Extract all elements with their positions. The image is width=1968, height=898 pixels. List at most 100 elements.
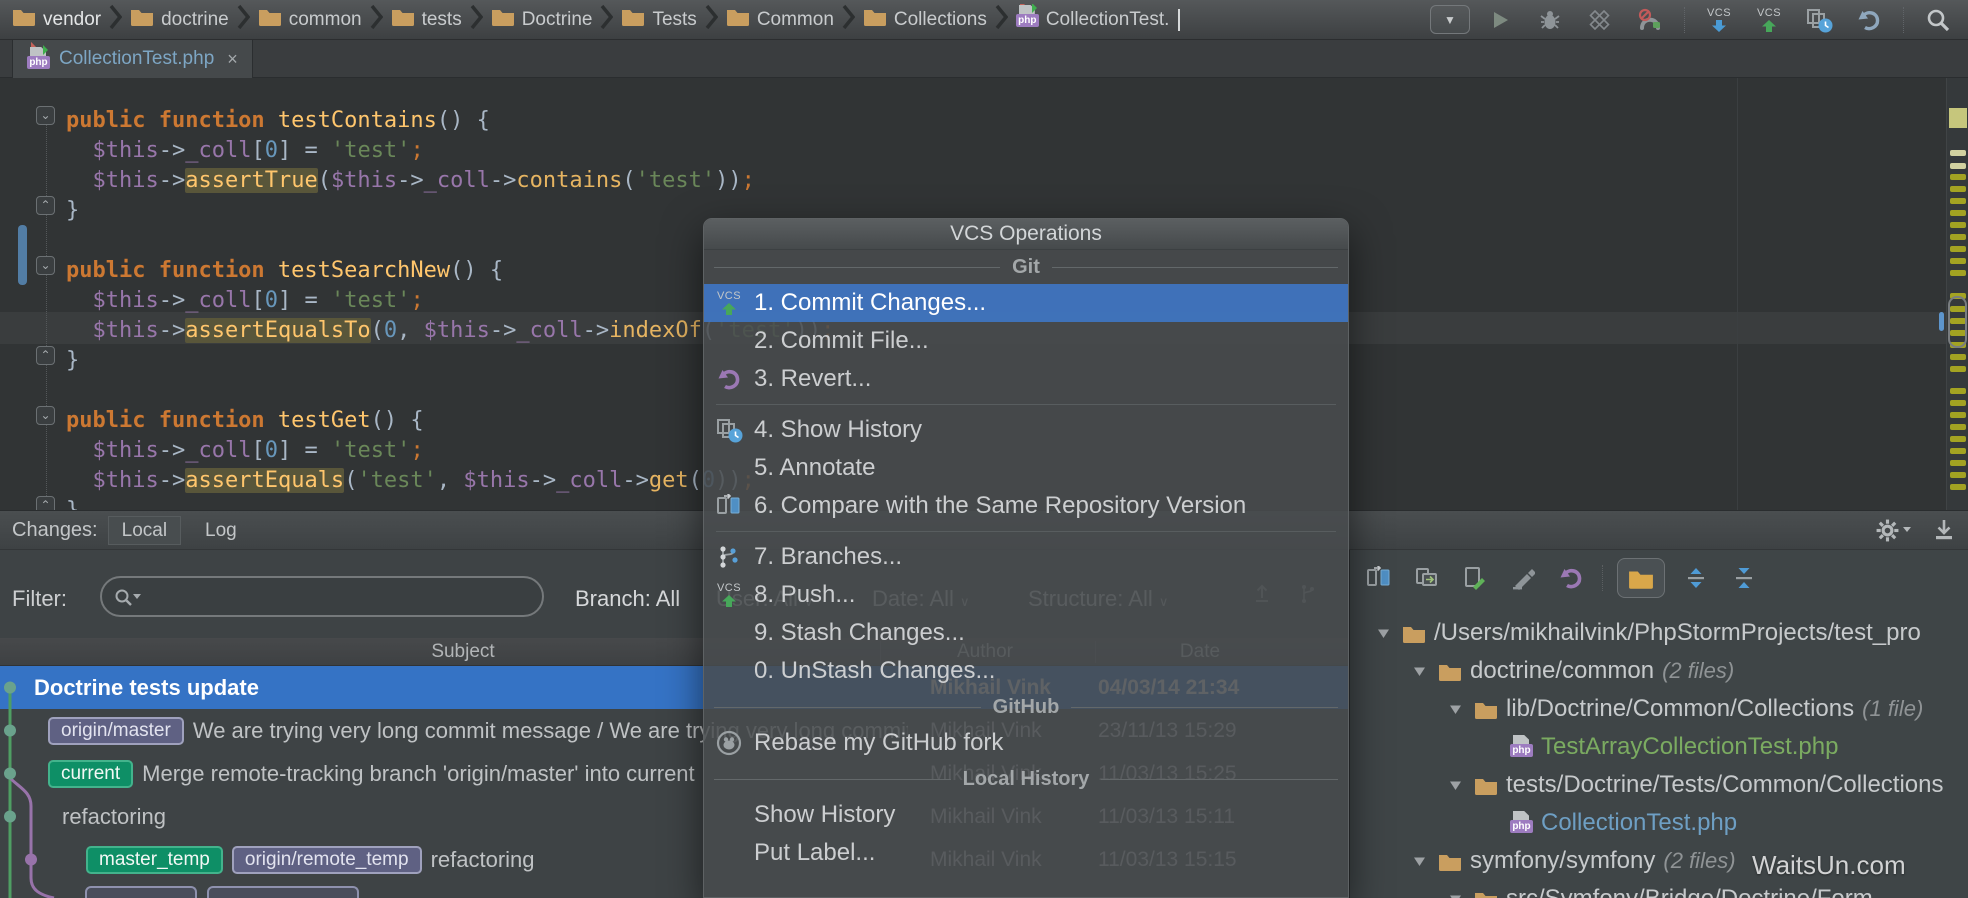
stripe-mark[interactable] — [1950, 484, 1966, 490]
branch-tag[interactable]: origin/remote_temp — [232, 846, 422, 874]
menu-item[interactable]: 6. Compare with the Same Repository Vers… — [704, 487, 1348, 525]
stripe-mark[interactable] — [1950, 174, 1966, 180]
menu-item[interactable]: 5. Annotate — [704, 449, 1348, 487]
tree-row[interactable]: tests/Doctrine/Tests/Common/Collections — [1444, 766, 1943, 804]
breadcrumb-item-doctrine[interactable]: doctrine — [128, 7, 231, 32]
menu-item[interactable]: 7. Branches... — [704, 538, 1348, 576]
branch-tag[interactable]: current — [48, 760, 133, 788]
filter-search-input[interactable] — [100, 576, 544, 617]
search-icon[interactable] — [1918, 3, 1958, 37]
breadcrumb-item-common[interactable]: Common — [724, 7, 836, 32]
groupdir-icon[interactable] — [1617, 558, 1665, 598]
stripe-mark[interactable] — [1950, 412, 1966, 418]
stripe-mark[interactable] — [1950, 210, 1966, 216]
scrollbar-thumb[interactable] — [1939, 312, 1944, 331]
chevron-down-icon[interactable] — [1408, 666, 1430, 677]
menu-group-label: Local History — [704, 762, 1348, 796]
tree-row[interactable]: /Users/mikhailvink/PhpStormProjects/test… — [1372, 614, 1921, 652]
menu-item[interactable]: Put Label... — [704, 834, 1348, 872]
expand-icon[interactable] — [1679, 561, 1713, 595]
stripe-mark[interactable] — [1950, 234, 1966, 240]
menu-item[interactable]: 4. Show History — [704, 411, 1348, 449]
menu-item[interactable]: 2. Commit File... — [704, 322, 1348, 360]
collapse-icon[interactable] — [1727, 561, 1761, 595]
gear-icon[interactable] — [1875, 518, 1912, 543]
error-stripe[interactable] — [1946, 78, 1968, 510]
menu-item[interactable]: VCS8. Push... — [704, 576, 1348, 614]
fold-marker-icon[interactable]: ⌃ — [36, 196, 55, 215]
branch-filter[interactable]: Branch: All — [575, 586, 680, 612]
chevron-down-icon[interactable] — [1372, 628, 1394, 639]
breadcrumb-item-tests[interactable]: tests — [389, 7, 464, 32]
stripe-mark[interactable] — [1950, 424, 1966, 430]
menu-item[interactable]: 0. UnStash Changes... — [704, 652, 1348, 690]
chevron-down-icon[interactable] — [1408, 856, 1430, 867]
menu-item[interactable]: 3. Revert... — [704, 360, 1348, 398]
tree-row[interactable]: phpTestArrayCollectionTest.php — [1510, 728, 1838, 766]
change-marker[interactable] — [18, 225, 27, 285]
breadcrumb-item-doctrine[interactable]: Doctrine — [489, 7, 595, 32]
changes-tab-log[interactable]: Log — [191, 516, 251, 545]
fold-marker-icon[interactable]: ⌄ — [36, 256, 55, 275]
tree-row[interactable]: doctrine/common (2 files) — [1408, 652, 1734, 690]
debug-icon[interactable] — [1530, 3, 1570, 37]
tab-collectiontest[interactable]: php CollectionTest.php × — [12, 40, 253, 78]
chevron-down-icon[interactable] — [1444, 704, 1466, 715]
run-icon[interactable] — [1480, 3, 1520, 37]
stripe-mark[interactable] — [1950, 354, 1966, 360]
download-icon[interactable] — [1932, 518, 1956, 542]
tree-row[interactable]: lib/Doctrine/Common/Collections (1 file) — [1444, 690, 1923, 728]
breadcrumb-item-vendor[interactable]: vendor — [10, 7, 103, 32]
fold-marker-icon[interactable]: ⌃ — [36, 496, 55, 510]
combo-icon[interactable]: ▼ — [1430, 3, 1470, 37]
menu-item[interactable]: 9. Stash Changes... — [704, 614, 1348, 652]
fold-marker-icon[interactable]: ⌄ — [36, 406, 55, 425]
vcs-up-icon[interactable]: VCS — [1749, 3, 1789, 37]
compare-icon[interactable] — [1362, 561, 1396, 595]
menu-item[interactable]: Show History — [704, 796, 1348, 834]
column-header-subject[interactable]: Subject — [431, 641, 494, 663]
editdoc-icon[interactable] — [1458, 561, 1492, 595]
stripe-mark[interactable] — [1950, 150, 1966, 156]
stripe-mark[interactable] — [1950, 472, 1966, 478]
breadcrumb-item-collections[interactable]: Collections — [861, 7, 989, 32]
stripe-mark[interactable] — [1950, 258, 1966, 264]
stripe-mark[interactable] — [1950, 460, 1966, 466]
menu-item[interactable]: VCS1. Commit Changes... — [704, 284, 1348, 322]
stripe-mark[interactable] — [1950, 198, 1966, 204]
chevron-down-icon[interactable] — [1444, 894, 1466, 898]
stripe-mark[interactable] — [1950, 270, 1966, 276]
stripe-mark[interactable] — [1950, 163, 1966, 169]
stripe-mark[interactable] — [1950, 400, 1966, 406]
stripe-mark[interactable] — [1950, 366, 1966, 372]
close-icon[interactable]: × — [227, 49, 238, 70]
stripe-mark[interactable] — [1950, 436, 1966, 442]
preview-icon[interactable] — [1410, 561, 1444, 595]
breadcrumb-item-file[interactable]: phpCollectionTest. — [1014, 5, 1183, 35]
tree-row[interactable]: src/Symfony/Bridge/Doctrine/Form — [1444, 880, 1873, 898]
phone-icon[interactable] — [1630, 3, 1670, 37]
inspection-status-square[interactable] — [1949, 108, 1967, 128]
stripe-mark[interactable] — [1950, 388, 1966, 394]
chevron-down-icon[interactable] — [1444, 780, 1466, 791]
branch-tag[interactable]: master_temp — [86, 846, 223, 874]
menu-item[interactable]: Rebase my GitHub fork — [704, 724, 1348, 762]
coverage-icon[interactable] — [1580, 3, 1620, 37]
stripe-mark[interactable] — [1950, 448, 1966, 454]
changes-tab-local[interactable]: Local — [108, 516, 181, 545]
tree-row[interactable]: phpCollectionTest.php — [1510, 804, 1737, 842]
stripe-mark[interactable] — [1950, 246, 1966, 252]
vcs-down-icon[interactable]: VCS — [1699, 3, 1739, 37]
breadcrumb-item-tests[interactable]: Tests — [619, 7, 698, 32]
breadcrumb-item-common[interactable]: common — [256, 7, 364, 32]
fold-marker-icon[interactable]: ⌃ — [36, 346, 55, 365]
stripe-mark[interactable] — [1950, 186, 1966, 192]
history-icon[interactable] — [1799, 3, 1839, 37]
rollback-icon[interactable] — [1849, 3, 1889, 37]
pencil-icon[interactable] — [1506, 561, 1540, 595]
stripe-mark[interactable] — [1950, 222, 1966, 228]
fold-marker-icon[interactable]: ⌄ — [36, 106, 55, 125]
revert-icon[interactable] — [1554, 561, 1588, 595]
tree-row[interactable]: symfony/symfony (2 files) — [1408, 842, 1736, 880]
branch-tag[interactable]: origin/master — [48, 717, 184, 745]
